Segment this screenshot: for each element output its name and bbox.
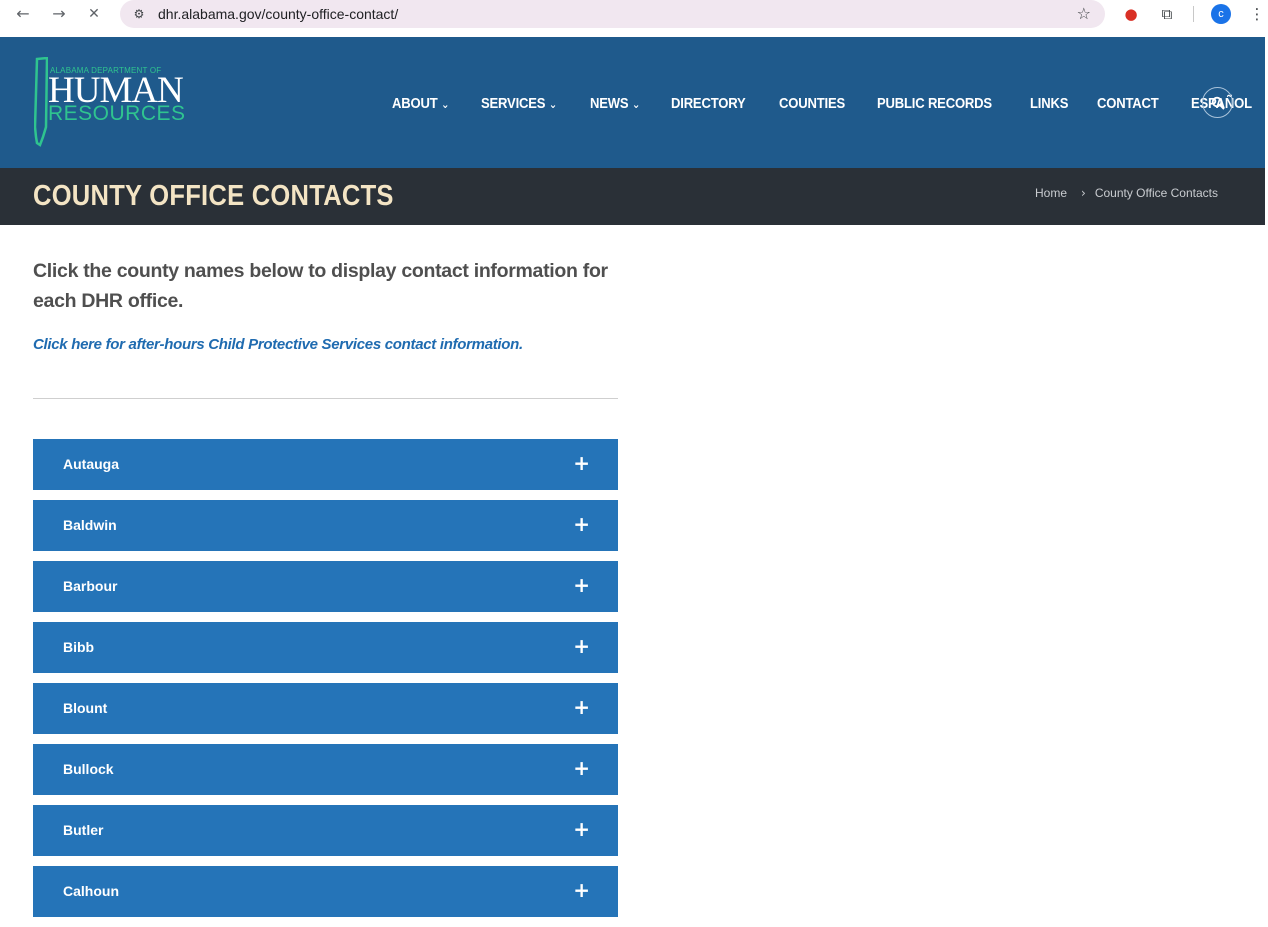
accordion-item-calhoun[interactable]: Calhoun + xyxy=(33,866,618,917)
county-name: Calhoun xyxy=(63,883,119,899)
plus-icon: + xyxy=(573,573,590,597)
profile-avatar[interactable]: c xyxy=(1211,4,1231,24)
chevron-down-icon: ⌄ xyxy=(548,97,557,111)
chevron-right-icon: › xyxy=(1081,186,1086,200)
alabama-outline-icon xyxy=(34,57,48,147)
nav-counties[interactable]: COUNTIES xyxy=(779,94,845,114)
address-bar[interactable]: ⚙ dhr.alabama.gov/county-office-contact/… xyxy=(120,0,1105,28)
plus-icon: + xyxy=(573,878,590,902)
site-info-icon[interactable]: ⚙ xyxy=(130,5,148,23)
nav-directory[interactable]: DIRECTORY xyxy=(671,94,746,114)
nav-news[interactable]: NEWS ⌄ xyxy=(590,94,640,114)
county-name: Butler xyxy=(63,822,104,838)
nav-links[interactable]: LINKS xyxy=(1030,94,1068,114)
county-name: Baldwin xyxy=(63,517,117,533)
plus-icon: + xyxy=(573,817,590,841)
stop-loading-icon[interactable]: ✕ xyxy=(83,3,105,25)
accordion-item-autauga[interactable]: Autauga + xyxy=(33,439,618,490)
breadcrumb-current: County Office Contacts xyxy=(1094,186,1218,200)
county-name: Autauga xyxy=(63,456,119,472)
accordion-item-barbour[interactable]: Barbour + xyxy=(33,561,618,612)
browser-menu-icon[interactable]: ⋮ xyxy=(1247,4,1267,24)
nav-public-records[interactable]: PUBLIC RECORDS xyxy=(877,94,992,114)
extension-avatar-icon[interactable]: ● xyxy=(1121,4,1141,24)
breadcrumb-home[interactable]: Home xyxy=(1035,186,1067,200)
plus-icon: + xyxy=(573,451,590,475)
accordion-item-blount[interactable]: Blount + xyxy=(33,683,618,734)
county-name: Blount xyxy=(63,700,108,716)
content-divider xyxy=(33,398,618,399)
site-header: ALABAMA DEPARTMENT OF HUMAN RESOURCES AB… xyxy=(0,37,1265,168)
plus-icon: + xyxy=(573,634,590,658)
dhr-logo[interactable]: ALABAMA DEPARTMENT OF HUMAN RESOURCES xyxy=(34,57,194,149)
url-text[interactable]: dhr.alabama.gov/county-office-contact/ xyxy=(158,6,398,22)
nav-contact[interactable]: CONTACT xyxy=(1097,94,1159,114)
page-title: COUNTY OFFICE CONTACTS xyxy=(33,180,394,212)
nav-services[interactable]: SERVICES ⌄ xyxy=(481,94,557,114)
search-button[interactable] xyxy=(1202,87,1233,118)
county-name: Bullock xyxy=(63,761,114,777)
search-icon xyxy=(1211,96,1225,110)
toolbar-divider xyxy=(1193,6,1194,22)
accordion-item-butler[interactable]: Butler + xyxy=(33,805,618,856)
logo-sub-text: RESOURCES xyxy=(48,102,186,125)
plus-icon: + xyxy=(573,756,590,780)
plus-icon: + xyxy=(573,695,590,719)
forward-arrow-icon[interactable]: → xyxy=(48,3,70,25)
accordion-item-bullock[interactable]: Bullock + xyxy=(33,744,618,795)
nav-news-label: NEWS xyxy=(590,96,629,112)
extensions-puzzle-icon[interactable]: ⧉ xyxy=(1157,4,1177,24)
after-hours-cps-link[interactable]: Click here for after-hours Child Protect… xyxy=(33,336,523,353)
accordion-item-bibb[interactable]: Bibb + xyxy=(33,622,618,673)
accordion-item-baldwin[interactable]: Baldwin + xyxy=(33,500,618,551)
back-arrow-icon[interactable]: ← xyxy=(12,3,34,25)
nav-about-label: ABOUT xyxy=(392,96,438,112)
intro-text: Click the county names below to display … xyxy=(33,260,608,312)
county-name: Barbour xyxy=(63,578,118,594)
bookmark-star-icon[interactable]: ☆ xyxy=(1077,4,1091,23)
breadcrumb: Home › County Office Contacts xyxy=(1035,186,1218,200)
page-title-bar: COUNTY OFFICE CONTACTS Home › County Offic… xyxy=(0,168,1265,225)
plus-icon: + xyxy=(573,512,590,536)
main-navigation: ABOUT ⌄ SERVICES ⌄ NEWS ⌄ DIRECTORY COUNTIE… xyxy=(392,94,1268,114)
browser-toolbar: ← → ✕ ⚙ dhr.alabama.gov/county-office-co… xyxy=(0,0,1268,29)
nav-about[interactable]: ABOUT ⌄ xyxy=(392,94,449,114)
chevron-down-icon: ⌄ xyxy=(632,97,641,111)
chevron-down-icon: ⌄ xyxy=(441,97,450,111)
county-accordion: Autauga + Baldwin + Barbour + Bibb + Blount +… xyxy=(33,439,618,927)
nav-services-label: SERVICES xyxy=(480,96,546,112)
county-name: Bibb xyxy=(63,639,95,655)
